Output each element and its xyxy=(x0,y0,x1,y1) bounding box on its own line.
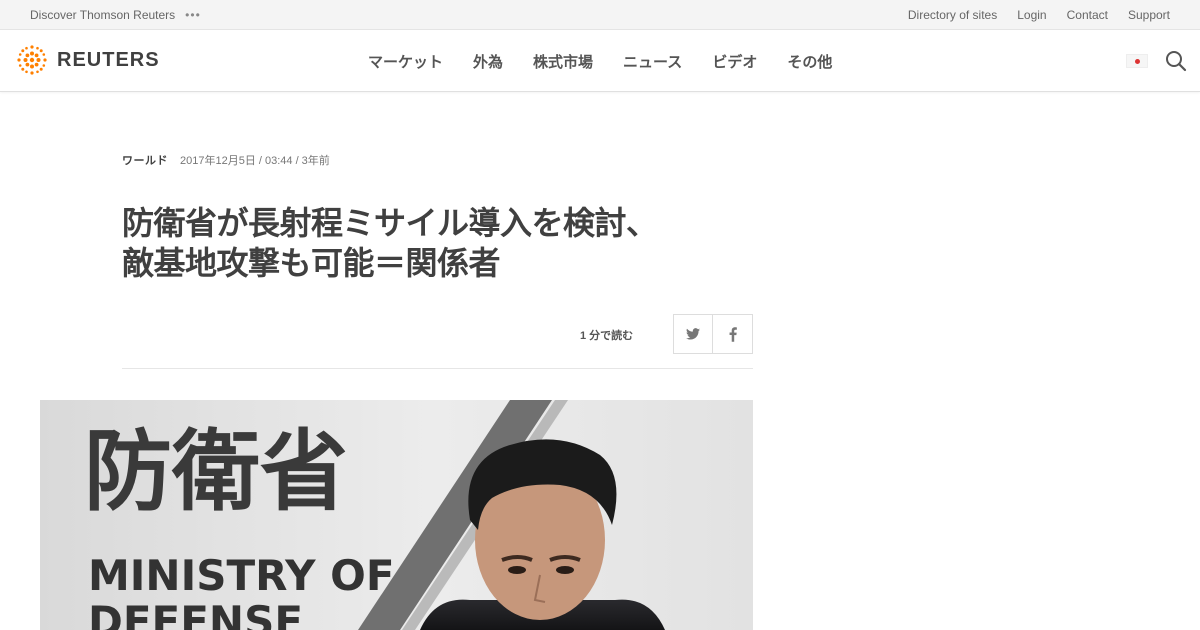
nav-item-news[interactable]: ニュース xyxy=(623,51,682,72)
share-buttons xyxy=(673,314,753,354)
sign-line-2: DEFENSE xyxy=(88,597,303,630)
discover-link[interactable]: Discover Thomson Reuters ••• xyxy=(30,8,201,22)
nav-item-markets[interactable]: マーケット xyxy=(368,51,443,72)
main-nav: REUTERS マーケット 外為 株式市場 ニュース ビデオ その他 xyxy=(0,30,1200,92)
nav-menu: マーケット 外為 株式市場 ニュース ビデオ その他 xyxy=(368,51,832,72)
search-icon[interactable] xyxy=(1165,50,1187,72)
twitter-share-button[interactable] xyxy=(673,314,713,354)
nav-item-stocks[interactable]: 株式市場 xyxy=(533,51,593,72)
login-link[interactable]: Login xyxy=(1017,8,1046,22)
photo-scene: 防衛省 MINISTRY OF DEFENSE xyxy=(40,400,753,630)
article-headline: 防衛省が長射程ミサイル導入を検討、 敵基地攻撃も可能＝関係者 xyxy=(122,203,742,283)
twitter-icon xyxy=(686,328,700,340)
contact-link[interactable]: Contact xyxy=(1067,8,1108,22)
nav-item-more[interactable]: その他 xyxy=(787,51,832,72)
nav-item-video[interactable]: ビデオ xyxy=(712,51,757,72)
article-meta: ワールド 2017年12月5日 / 03:44 / 3年前 xyxy=(122,152,330,168)
article-photo[interactable]: 防衛省 MINISTRY OF DEFENSE xyxy=(40,400,753,630)
headline-line-1: 防衛省が長射程ミサイル導入を検討、 xyxy=(122,205,658,241)
reuters-logo[interactable]: REUTERS xyxy=(15,43,160,77)
directory-of-sites-link[interactable]: Directory of sites xyxy=(908,8,997,22)
sign-kanji: 防衛省 xyxy=(84,420,348,523)
article-date: 2017年12月5日 / 03:44 / 3年前 xyxy=(180,155,330,167)
flag-sun xyxy=(1134,58,1140,64)
logo-wordmark: REUTERS xyxy=(57,48,160,71)
section-label[interactable]: ワールド xyxy=(122,152,168,168)
utility-links: Directory of sites Login Contact Support xyxy=(908,8,1170,22)
sign-line-1: MINISTRY OF xyxy=(88,551,395,600)
japan-flag-icon[interactable] xyxy=(1126,54,1148,68)
facebook-share-button[interactable] xyxy=(713,314,753,354)
facebook-icon xyxy=(729,326,737,342)
reuters-logo-icon xyxy=(17,45,47,75)
headline-line-2: 敵基地攻撃も可能＝関係者 xyxy=(122,245,501,281)
nav-item-forex[interactable]: 外為 xyxy=(473,51,503,72)
header-divider xyxy=(122,368,753,369)
more-dots-icon[interactable]: ••• xyxy=(185,8,201,22)
support-link[interactable]: Support xyxy=(1128,8,1170,22)
read-time: 1 分で読む xyxy=(580,330,634,342)
discover-label[interactable]: Discover Thomson Reuters xyxy=(30,8,175,22)
utility-bar: Discover Thomson Reuters ••• Directory o… xyxy=(0,0,1200,30)
